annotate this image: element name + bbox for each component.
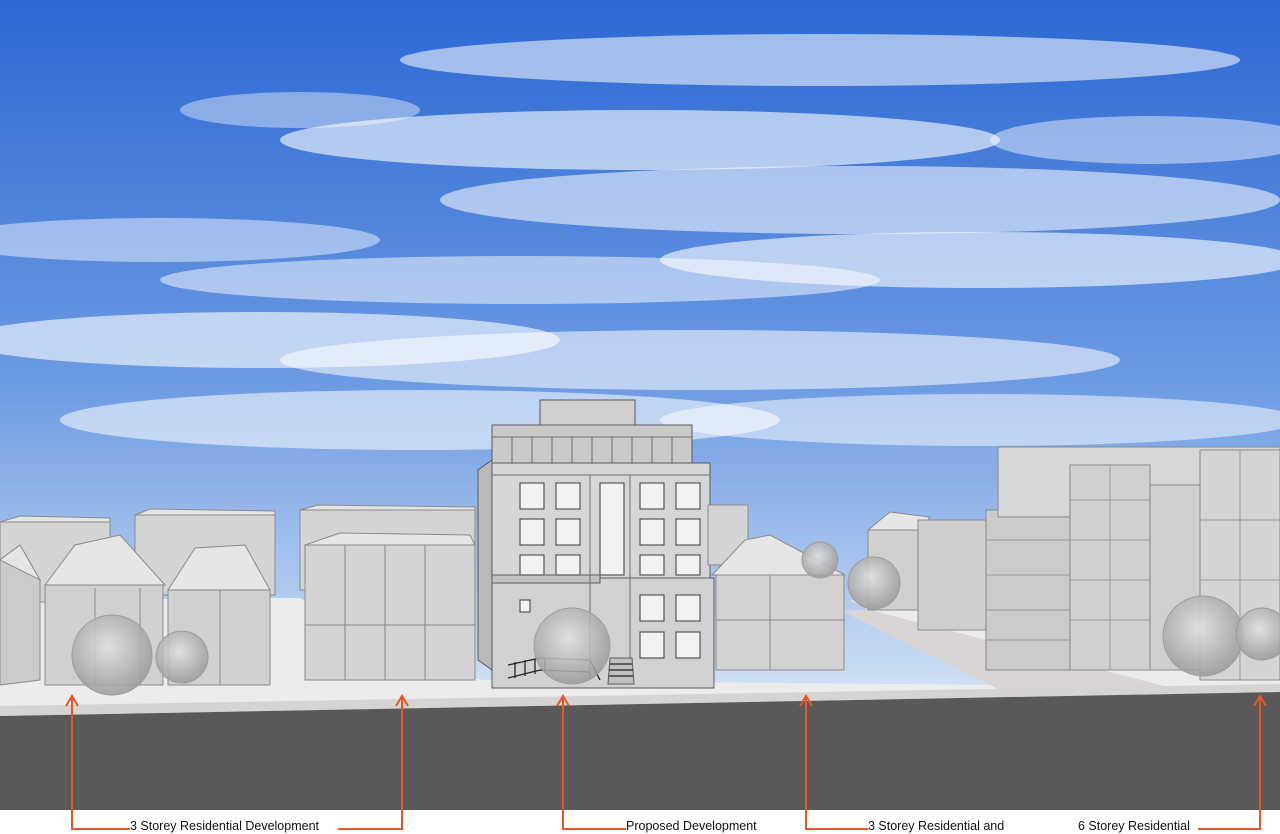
residential-block-center-left [304, 532, 476, 681]
elevation-scene [0, 0, 1280, 830]
label-3-storey-residential-and: 3 Storey Residential and [868, 818, 1005, 834]
label-6-storey-residential: 6 Storey Residential [1078, 818, 1190, 834]
label-proposed-development: Proposed Development [626, 818, 757, 834]
label-3-storey-residential-development: 3 Storey Residential Development [130, 818, 319, 834]
